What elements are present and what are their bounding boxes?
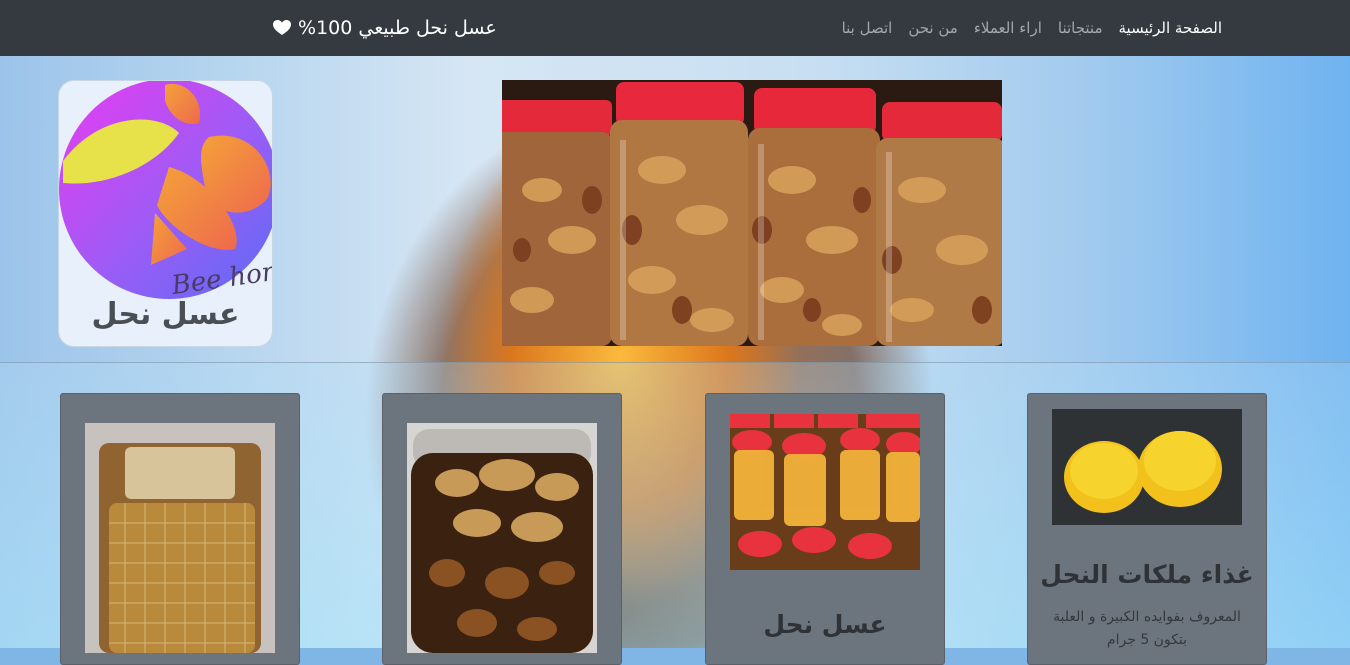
top-navbar: الصفحة الرئيسية منتجاتنا اراء العملاء من… [0,0,1350,56]
product-card-honey[interactable]: عسل نحل [705,393,945,665]
nav-link-products[interactable]: منتجاتنا [1058,19,1103,37]
royal-jelly-jars-image [1052,409,1242,525]
logo-card: Bee hon عسل نحل [58,80,273,347]
nav-link-about[interactable]: من نحن [908,19,958,37]
nav-links: الصفحة الرئيسية منتجاتنا اراء العملاء من… [826,0,1222,56]
card-description: المعروف بفوايده الكبيرة و العلبة بتكون 5… [1053,609,1241,648]
honey-jars-image [730,414,920,570]
brand-text: عسل نحل طبيعي 100% [298,17,497,39]
hero-nut-jars-image [502,80,1002,346]
product-card-honeycomb[interactable] [60,393,300,665]
section-divider [0,362,1350,363]
heart-icon [272,18,292,38]
logo-title: عسل نحل [91,297,240,332]
nav-link-home[interactable]: الصفحة الرئيسية [1119,19,1223,37]
card-title: غذاء ملكات النحل [1040,560,1254,589]
product-card-royal-jelly[interactable]: غذاء ملكات النحل المعروف بفوايده الكبيرة… [1027,393,1267,665]
bee-logo-icon: Bee hon [59,81,272,299]
card-title: عسل نحل [763,610,887,639]
nav-link-reviews[interactable]: اراء العملاء [974,19,1042,37]
nav-link-contact[interactable]: اتصل بنا [842,19,893,37]
navbar-brand[interactable]: عسل نحل طبيعي 100% [272,14,497,42]
honeycomb-image [85,423,275,653]
walnut-honey-jar-image [407,423,597,653]
product-card-walnut-honey[interactable] [382,393,622,665]
